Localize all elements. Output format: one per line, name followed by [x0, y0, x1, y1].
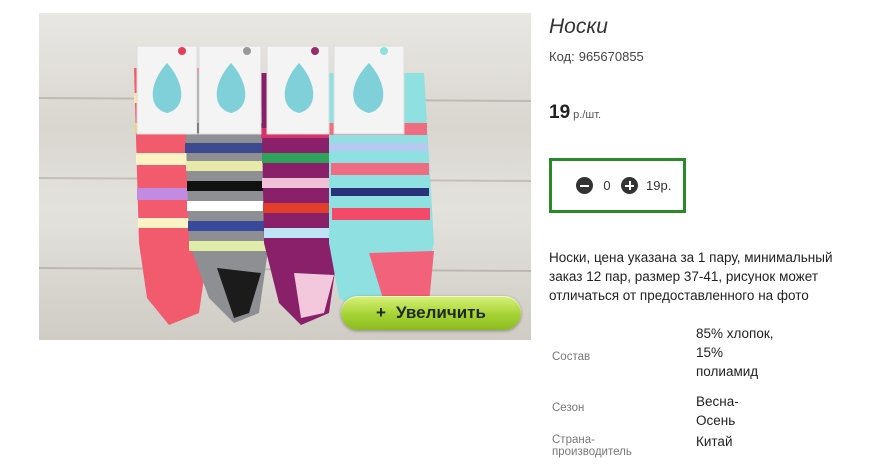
plus-circle-icon[interactable]: [621, 177, 638, 194]
quantity-value: 0: [603, 178, 611, 193]
product-description: Носки, цена указана за 1 пару, минимальн…: [549, 250, 833, 303]
spec-value: Весна-Осень: [696, 394, 739, 428]
minus-circle-icon[interactable]: [576, 177, 593, 194]
price-unit: р./шт.: [573, 109, 602, 121]
zoom-button-label: Увеличить: [395, 303, 486, 322]
quantity-selector: 0 19р.: [549, 158, 686, 213]
product-photo[interactable]: + Увеличить: [39, 13, 531, 340]
zoom-button[interactable]: + Увеличить: [341, 296, 521, 330]
product-code-label: Код:: [549, 49, 575, 64]
spec-label: Страна-производитель: [552, 434, 632, 458]
quantity-total: 19р.: [646, 178, 672, 193]
spec-label: Состав: [552, 351, 591, 363]
product-code: Код: 965670855: [549, 49, 644, 64]
spec-value: Китай: [696, 434, 733, 449]
zoom-plus-icon: +: [376, 303, 386, 322]
product-code-value: 965670855: [578, 49, 644, 64]
price-value: 19: [549, 102, 571, 123]
spec-label: Сезон: [552, 402, 585, 414]
spec-value: 85% хлопок, 15% полиамид: [696, 326, 774, 379]
product-title: Носки: [549, 15, 608, 38]
socks-illustration: [39, 45, 531, 325]
product-price: 19 р./шт.: [549, 102, 601, 124]
